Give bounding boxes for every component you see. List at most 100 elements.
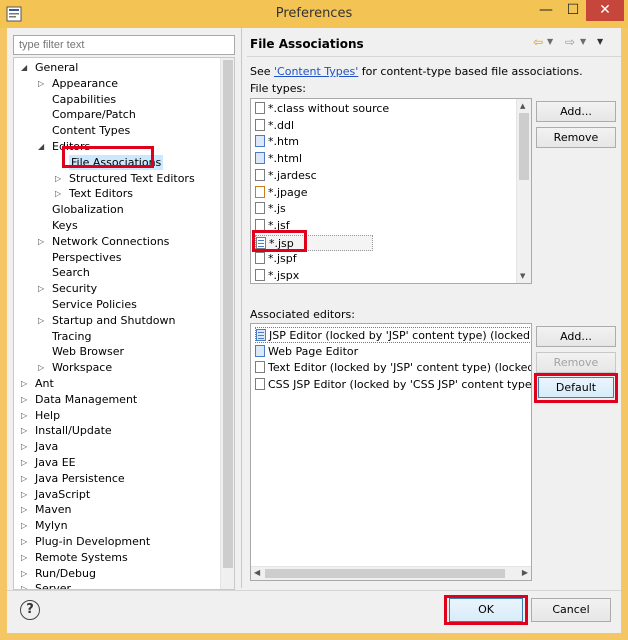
associated-editors-list[interactable]: ◀ ▶ JSP Editor (locked by 'JSP' content … [250,323,532,581]
collapse-arrow-icon[interactable]: ▷ [21,502,27,517]
collapse-arrow-icon[interactable]: ▷ [21,408,27,423]
scroll-down-icon[interactable]: ▼ [520,272,525,280]
editor-label: Web Page Editor [268,344,359,358]
collapse-arrow-icon[interactable]: ▷ [21,392,27,407]
file-type-row[interactable]: *.html [255,151,302,167]
editors-add-button[interactable]: Add... [536,326,616,347]
file-type-row[interactable]: *.js [255,201,286,217]
tree-item-label: Capabilities [52,92,117,106]
file-type-row[interactable]: *.jspf [255,251,297,267]
file-type-label: *.class without source [268,102,390,115]
collapse-arrow-icon[interactable]: ▷ [55,186,61,201]
file-types-scrollbar-thumb[interactable] [519,113,529,180]
default-button-highlight [534,373,618,403]
collapse-arrow-icon[interactable]: ▷ [21,534,27,549]
tree-item-label: Java EE [35,456,76,469]
file-type-row[interactable]: *.htm [255,134,299,150]
expand-arrow-icon[interactable]: ◢ [38,139,44,154]
page-nav-toolbar: ⇦ ▼ ⇨ ▼ ▼ [533,35,617,51]
preference-tree[interactable]: ◢ General ▷ Appearance Capabilities Compare/P… [13,57,235,590]
collapse-arrow-icon[interactable]: ▷ [38,76,44,91]
tree-scrollbar-thumb[interactable] [223,60,233,568]
jsp-highlight [252,230,307,252]
tree-item-label: Appearance [52,76,119,90]
collapse-arrow-icon[interactable]: ▷ [21,376,27,391]
editors-hscrollbar-thumb[interactable] [265,569,505,578]
tree-scrollbar[interactable] [220,58,234,589]
minimize-button[interactable]: — [532,0,560,21]
description-suffix: for content-type based file associations… [358,65,583,78]
tree-item-label: Service Policies [52,298,137,311]
help-icon[interactable]: ? [20,600,40,620]
tree-item-label: Ant [35,377,54,390]
collapse-arrow-icon[interactable]: ▷ [21,566,27,581]
collapse-arrow-icon[interactable]: ▷ [21,581,27,589]
collapse-arrow-icon[interactable]: ▷ [21,550,27,565]
collapse-arrow-icon[interactable]: ▷ [21,487,27,502]
editors-hscrollbar[interactable]: ◀ ▶ [251,566,531,580]
maximize-button[interactable]: ☐ [560,0,586,21]
tree-item-label: Search [52,266,90,280]
dialog-body: ◢ General ▷ Appearance Capabilities Compare/P… [7,28,621,633]
forward-dropdown-icon[interactable]: ▼ [580,37,586,46]
collapse-arrow-icon[interactable]: ▷ [21,423,27,438]
file-types-list[interactable]: ▲ ▼ *.class without source *.ddl *.htm *.ht… [250,98,532,284]
tree-item-label: Install/Update [35,424,112,438]
file-type-label: *.js [268,202,286,216]
editor-row[interactable]: Web Page Editor [255,344,358,360]
ok-button-highlight [444,595,528,625]
scroll-left-icon[interactable]: ◀ [254,568,260,577]
collapse-arrow-icon[interactable]: ▷ [21,455,27,470]
editor-label: JSP Editor (locked by 'JSP' content type… [269,329,531,342]
scroll-up-icon[interactable]: ▲ [520,102,525,110]
collapse-arrow-icon[interactable]: ▷ [21,518,27,533]
forward-arrow-icon[interactable]: ⇨ [565,35,575,49]
panel-sash[interactable] [241,28,242,588]
expand-arrow-icon[interactable]: ◢ [21,60,27,75]
collapse-arrow-icon[interactable]: ▷ [38,281,44,296]
scroll-right-icon[interactable]: ▶ [522,568,528,577]
collapse-arrow-icon[interactable]: ▷ [38,234,44,249]
file-type-row[interactable]: *.jspx [255,268,299,283]
editor-row[interactable]: JSP Editor (locked by 'JSP' content type… [255,327,531,343]
title-bar[interactable]: Preferences — ☐ ✕ [0,0,628,28]
content-types-link[interactable]: 'Content Types' [274,65,358,78]
file-type-row[interactable]: *.jpage [255,185,308,201]
file-types-scrollbar[interactable]: ▲ ▼ [516,99,531,283]
file-type-row[interactable]: *.jardesc [255,168,317,184]
view-menu-icon[interactable]: ▼ [597,37,603,46]
tree-item-label: Text Editors [69,187,134,201]
collapse-arrow-icon[interactable]: ▷ [55,171,61,186]
file-associations-highlight [62,146,154,168]
filter-input[interactable] [13,35,235,55]
collapse-arrow-icon[interactable]: ▷ [38,313,44,328]
back-dropdown-icon[interactable]: ▼ [547,37,553,46]
page-description: See 'Content Types' for content-type bas… [250,65,583,78]
tree-item-label: Plug-in Development [35,535,151,548]
file-type-row[interactable]: *.ddl [255,118,294,134]
js-file-icon [255,202,265,215]
preferences-window: Preferences — ☐ ✕ ◢ General ▷ Appearance Cap… [0,0,628,640]
tree-item-label: Workspace [52,361,113,375]
editors-remove-button[interactable]: Remove [536,352,616,373]
file-type-label: *.ddl [268,118,295,132]
file-type-label: *.html [268,152,303,166]
java-file-icon [255,185,265,198]
file-type-row[interactable]: *.class without source [255,101,389,117]
editor-row[interactable]: Text Editor (locked by 'JSP' content typ… [255,360,531,376]
collapse-arrow-icon[interactable]: ▷ [21,471,27,486]
file-types-add-button[interactable]: Add... [536,101,616,122]
back-arrow-icon[interactable]: ⇦ [533,35,543,49]
tree-item-label: Server [35,582,72,590]
tree-item-label: Content Types [52,124,131,138]
tree-item-label: Structured Text Editors [69,171,195,185]
editor-row[interactable]: CSS JSP Editor (locked by 'CSS JSP' cont… [255,377,531,393]
cancel-button[interactable]: Cancel [531,598,611,622]
close-button[interactable]: ✕ [586,0,624,21]
tree-item-label: Security [52,282,98,296]
file-types-remove-button[interactable]: Remove [536,127,616,148]
collapse-arrow-icon[interactable]: ▷ [38,360,44,375]
header-separator [247,56,621,57]
file-type-label: *.jspf [268,252,297,266]
collapse-arrow-icon[interactable]: ▷ [21,439,27,454]
